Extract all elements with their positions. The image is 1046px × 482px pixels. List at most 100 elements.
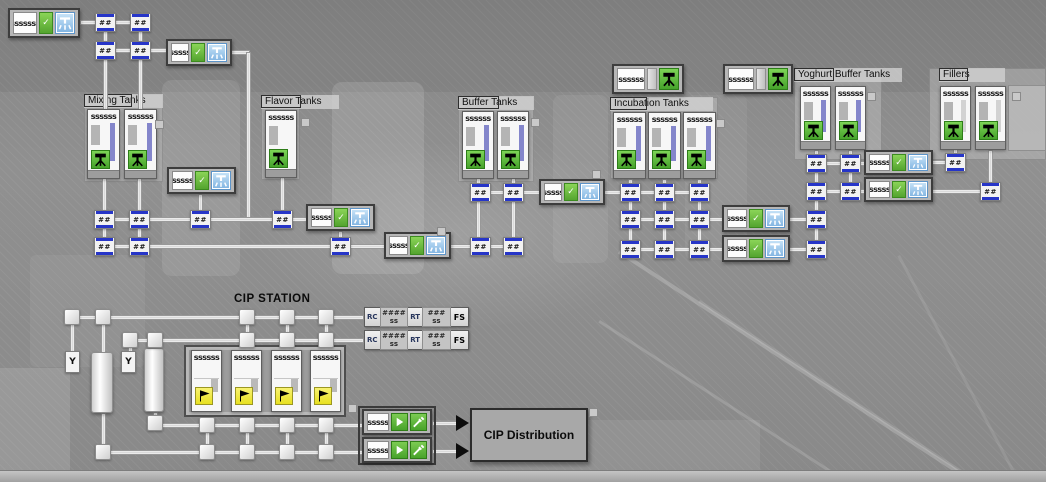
pipe-junction[interactable] (147, 415, 163, 431)
valve-node[interactable]: ## (840, 154, 861, 173)
pipeline-control-widget[interactable]: sssssss ✓ (722, 235, 790, 262)
pipe-junction[interactable] (122, 332, 138, 348)
pipe-junction[interactable] (318, 309, 334, 325)
pipe-junction[interactable] (239, 309, 255, 325)
pipe-junction[interactable] (239, 332, 255, 348)
valve-node[interactable]: ## (620, 240, 641, 259)
valve-node[interactable]: ## (330, 237, 351, 256)
pipe-junction[interactable] (64, 309, 80, 325)
pipeline-control-widget[interactable]: sssssss ✓ (306, 204, 375, 231)
valve-node[interactable]: ## (130, 13, 151, 32)
valve-node[interactable]: ## (470, 237, 491, 256)
cip-timer-widget[interactable]: RC #### ss RT ### ss FS (364, 307, 469, 327)
pipe (246, 52, 251, 221)
cip-supply-widget[interactable]: sssssss (362, 409, 432, 435)
cip-timer-widget[interactable]: RC #### ss RT ### ss FS (364, 330, 469, 350)
selection-handle (1012, 92, 1021, 101)
pipe-junction[interactable] (318, 444, 334, 460)
valve-node[interactable]: ## (130, 41, 151, 60)
cip-supply-widget[interactable]: sssssss (362, 437, 432, 463)
tank-widget[interactable]: ssssss (462, 111, 494, 179)
cip-tank-widget[interactable]: ssssss (191, 350, 222, 412)
tank-tag-label: ssssss (651, 115, 678, 124)
tank-widget[interactable]: ssssss (87, 109, 120, 179)
valve-node[interactable]: ## (129, 237, 150, 256)
cip-tank-widget[interactable]: ssssss (271, 350, 302, 412)
valve-label: ## (658, 246, 671, 254)
valve-node[interactable]: ## (806, 240, 827, 259)
rc-label: RC (367, 313, 378, 321)
valve-node[interactable]: ## (272, 210, 293, 229)
tank-widget[interactable]: ssssss (613, 112, 646, 179)
check-icon: ✓ (749, 209, 763, 228)
valve-node[interactable]: ## (806, 182, 827, 201)
tank-widget[interactable]: ssssss (800, 86, 831, 150)
pipe-junction[interactable] (279, 444, 295, 460)
valve-node[interactable]: ## (806, 210, 827, 229)
valve-node[interactable]: ## (654, 240, 675, 259)
pipe-junction[interactable] (95, 444, 111, 460)
agitator-control-widget[interactable]: ssssss (612, 64, 684, 94)
cip-tank-widget[interactable]: ssssss (310, 350, 341, 412)
pipeline-control-widget[interactable]: sssssss ✓ (166, 39, 232, 66)
valve-node[interactable]: ## (689, 210, 710, 229)
background-wall-light (0, 368, 70, 470)
pipe-junction[interactable] (147, 332, 163, 348)
valve-node[interactable]: ## (190, 210, 211, 229)
cip-tank-widget[interactable]: ssssss (231, 350, 262, 412)
valve-node[interactable]: ## (689, 240, 710, 259)
pipe-junction[interactable] (318, 417, 334, 433)
tank-widget[interactable]: ssssss (683, 112, 716, 179)
pipe-junction[interactable] (279, 417, 295, 433)
agitator-control-widget[interactable]: ssssss (723, 64, 793, 94)
tank-widget[interactable]: ssssss (124, 109, 157, 179)
valve-node[interactable]: ## (620, 210, 641, 229)
pipe-junction[interactable] (199, 444, 215, 460)
valve-node[interactable]: ## (806, 154, 827, 173)
valve-node[interactable]: ## (470, 183, 491, 202)
valve-node[interactable]: ## (503, 237, 524, 256)
valve-node[interactable]: ## (129, 210, 150, 229)
valve-node[interactable]: ## (840, 182, 861, 201)
group-label-tab (610, 97, 647, 110)
valve-node[interactable]: ## (503, 183, 524, 202)
tank-widget[interactable]: ssssss (975, 86, 1006, 150)
pipeline-control-widget[interactable]: sssssss ✓ (8, 8, 80, 38)
valve-node[interactable]: ## (94, 210, 115, 229)
valve-node[interactable]: ## (945, 153, 966, 172)
valve-node[interactable]: ## (689, 183, 710, 202)
check-glyph: ✓ (752, 213, 760, 224)
pipeline-control-widget[interactable]: sssssss ✓ (722, 205, 790, 232)
tank-widget[interactable]: ssssss (835, 86, 866, 150)
valve-node[interactable]: ## (94, 237, 115, 256)
pipeline-control-widget[interactable]: sssssss ✓ (167, 167, 236, 194)
pipeline-control-widget[interactable]: sssssss ✓ (539, 179, 605, 205)
tank-tag-label: ssssss (465, 114, 491, 123)
widget-tag-label: ssssss (617, 68, 645, 90)
valve-node[interactable]: ## (654, 210, 675, 229)
pipeline-control-widget[interactable]: sssssss ✓ (864, 150, 933, 175)
pipe-junction[interactable] (239, 444, 255, 460)
pipe-junction[interactable] (279, 332, 295, 348)
pipe-junction[interactable] (199, 417, 215, 433)
pipe-junction[interactable] (279, 309, 295, 325)
valve-node[interactable]: ## (95, 41, 116, 60)
tank-widget[interactable]: ssssss (940, 86, 971, 150)
pipe-junction[interactable] (95, 309, 111, 325)
pipe-junction[interactable] (239, 417, 255, 433)
valve-node[interactable]: ## (654, 183, 675, 202)
tank-widget[interactable]: ssssss (648, 112, 681, 179)
pipe-junction[interactable] (318, 332, 334, 348)
valve-node[interactable]: ## (95, 13, 116, 32)
y-valve[interactable]: Y (121, 351, 136, 373)
tank-tag-label: ssssss (233, 353, 260, 362)
cip-distribution-box[interactable]: CIP Distribution (470, 408, 588, 462)
tank-widget[interactable]: ssssss (497, 111, 529, 179)
y-valve[interactable]: Y (65, 351, 80, 373)
tank-widget[interactable]: ssssss (265, 110, 297, 178)
valve-node[interactable]: ## (980, 182, 1001, 201)
valve-node[interactable]: ## (620, 183, 641, 202)
pipeline-control-widget[interactable]: sssssss ✓ (384, 232, 451, 259)
check-icon: ✓ (892, 181, 906, 198)
pipeline-control-widget[interactable]: sssssss ✓ (864, 177, 933, 202)
